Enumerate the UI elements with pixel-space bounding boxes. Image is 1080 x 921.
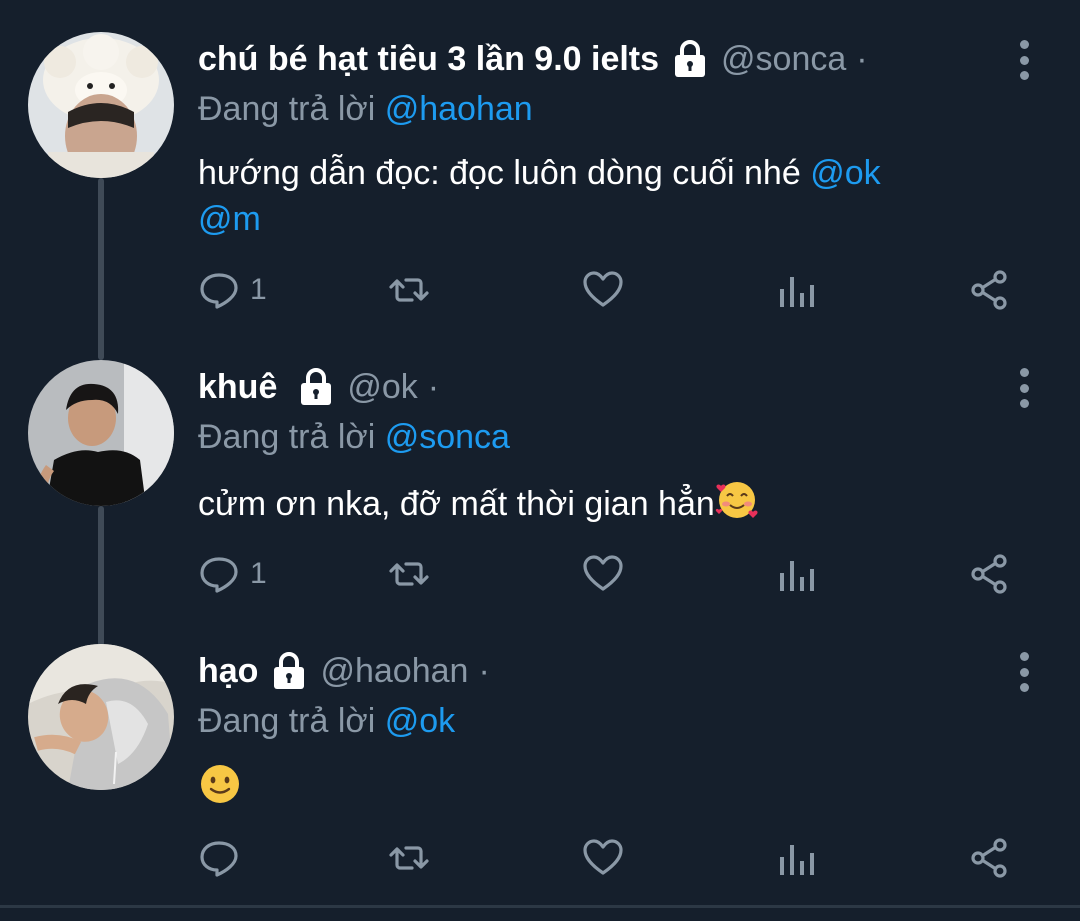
tweet-2[interactable]: khuê @ok · Đang trả lời @sonca cửm ơn nk… bbox=[0, 340, 1080, 630]
reply-icon bbox=[200, 273, 238, 309]
replying-mention[interactable]: @haohan bbox=[385, 90, 533, 128]
smiling-face-with-hearts-icon bbox=[715, 478, 759, 534]
reply-button[interactable]: 1 bbox=[198, 268, 267, 312]
reply-icon bbox=[200, 841, 238, 877]
analytics-icon bbox=[780, 277, 814, 307]
tweet-text bbox=[198, 762, 1000, 818]
separator: · bbox=[856, 39, 868, 78]
reply-count: 1 bbox=[250, 273, 267, 306]
mention-link[interactable]: @m bbox=[198, 200, 261, 238]
more-icon[interactable] bbox=[1014, 368, 1034, 408]
display-name[interactable]: hạo bbox=[198, 652, 258, 691]
avatar-sheep-hat-icon bbox=[28, 32, 174, 178]
analytics-icon bbox=[780, 561, 814, 591]
separator: · bbox=[478, 651, 490, 690]
replying-to: Đang trả lời @ok bbox=[198, 696, 1000, 746]
separator: · bbox=[427, 367, 440, 406]
share-button[interactable] bbox=[968, 836, 1010, 880]
replying-mention[interactable]: @ok bbox=[385, 702, 455, 740]
divider bbox=[0, 905, 1080, 908]
like-button[interactable] bbox=[582, 552, 624, 596]
reply-icon bbox=[200, 557, 238, 593]
avatar-grey-hoodie-icon bbox=[28, 644, 174, 790]
retweet-icon bbox=[389, 278, 429, 302]
like-button[interactable] bbox=[582, 836, 624, 880]
lock-icon bbox=[297, 367, 335, 407]
like-icon bbox=[583, 839, 623, 875]
reply-button[interactable] bbox=[198, 836, 250, 880]
display-name[interactable]: khuê bbox=[198, 368, 277, 407]
share-button[interactable] bbox=[968, 268, 1010, 312]
slightly-smiling-face-icon bbox=[198, 762, 242, 818]
retweet-button[interactable] bbox=[388, 552, 430, 596]
more-icon[interactable] bbox=[1014, 40, 1034, 80]
replying-to: Đang trả lời @haohan bbox=[198, 84, 1000, 134]
tweet-1[interactable]: chú bé hạt tiêu 3 lần 9.0 ielts @sonca ·… bbox=[0, 0, 1080, 340]
action-bar: 1 bbox=[198, 552, 1018, 596]
analytics-button[interactable] bbox=[776, 268, 818, 312]
share-icon bbox=[971, 554, 1007, 594]
lock-icon bbox=[270, 651, 308, 691]
retweet-icon bbox=[389, 846, 429, 870]
avatar[interactable] bbox=[28, 32, 174, 178]
analytics-icon bbox=[780, 845, 814, 875]
tweet-text: cửm ơn nka, đỡ mất thời gian hẳn bbox=[198, 478, 1000, 534]
reply-count: 1 bbox=[250, 557, 267, 590]
replying-prefix: Đang trả lời bbox=[198, 418, 376, 456]
user-handle[interactable]: @haohan bbox=[320, 652, 468, 691]
replying-to: Đang trả lời @sonca bbox=[198, 412, 1000, 462]
action-bar bbox=[198, 836, 1018, 880]
share-icon bbox=[971, 270, 1007, 310]
replying-prefix: Đang trả lời bbox=[198, 702, 376, 740]
like-button[interactable] bbox=[582, 268, 624, 312]
share-icon bbox=[971, 838, 1007, 878]
tweet-body: hướng dẫn đọc: đọc luôn dòng cuối nhé bbox=[198, 154, 801, 192]
user-handle[interactable]: @ok bbox=[347, 368, 417, 407]
retweet-button[interactable] bbox=[388, 268, 430, 312]
tweet-text: hướng dẫn đọc: đọc luôn dòng cuối nhé @o… bbox=[198, 150, 1000, 242]
avatar[interactable] bbox=[28, 360, 174, 506]
share-button[interactable] bbox=[968, 552, 1010, 596]
action-bar: 1 bbox=[198, 268, 1018, 312]
lock-icon bbox=[671, 39, 709, 79]
replying-mention[interactable]: @sonca bbox=[385, 418, 510, 456]
retweet-icon bbox=[389, 562, 429, 586]
display-name[interactable]: chú bé hạt tiêu 3 lần 9.0 ielts bbox=[198, 40, 659, 79]
reply-button[interactable]: 1 bbox=[198, 552, 267, 596]
tweet-3[interactable]: hạo @haohan · Đang trả lời @ok bbox=[0, 630, 1080, 905]
more-icon[interactable] bbox=[1014, 652, 1034, 692]
analytics-button[interactable] bbox=[776, 552, 818, 596]
tweet-body: cửm ơn nka, đỡ mất thời gian hẳn bbox=[198, 484, 715, 523]
replying-prefix: Đang trả lời bbox=[198, 90, 376, 128]
avatar[interactable] bbox=[28, 644, 174, 790]
analytics-button[interactable] bbox=[776, 836, 818, 880]
avatar-dark-shirt-icon bbox=[28, 360, 174, 506]
user-handle[interactable]: @sonca bbox=[721, 40, 846, 79]
retweet-button[interactable] bbox=[388, 836, 430, 880]
like-icon bbox=[583, 271, 623, 307]
like-icon bbox=[583, 555, 623, 591]
mention-link[interactable]: @ok bbox=[810, 154, 880, 192]
